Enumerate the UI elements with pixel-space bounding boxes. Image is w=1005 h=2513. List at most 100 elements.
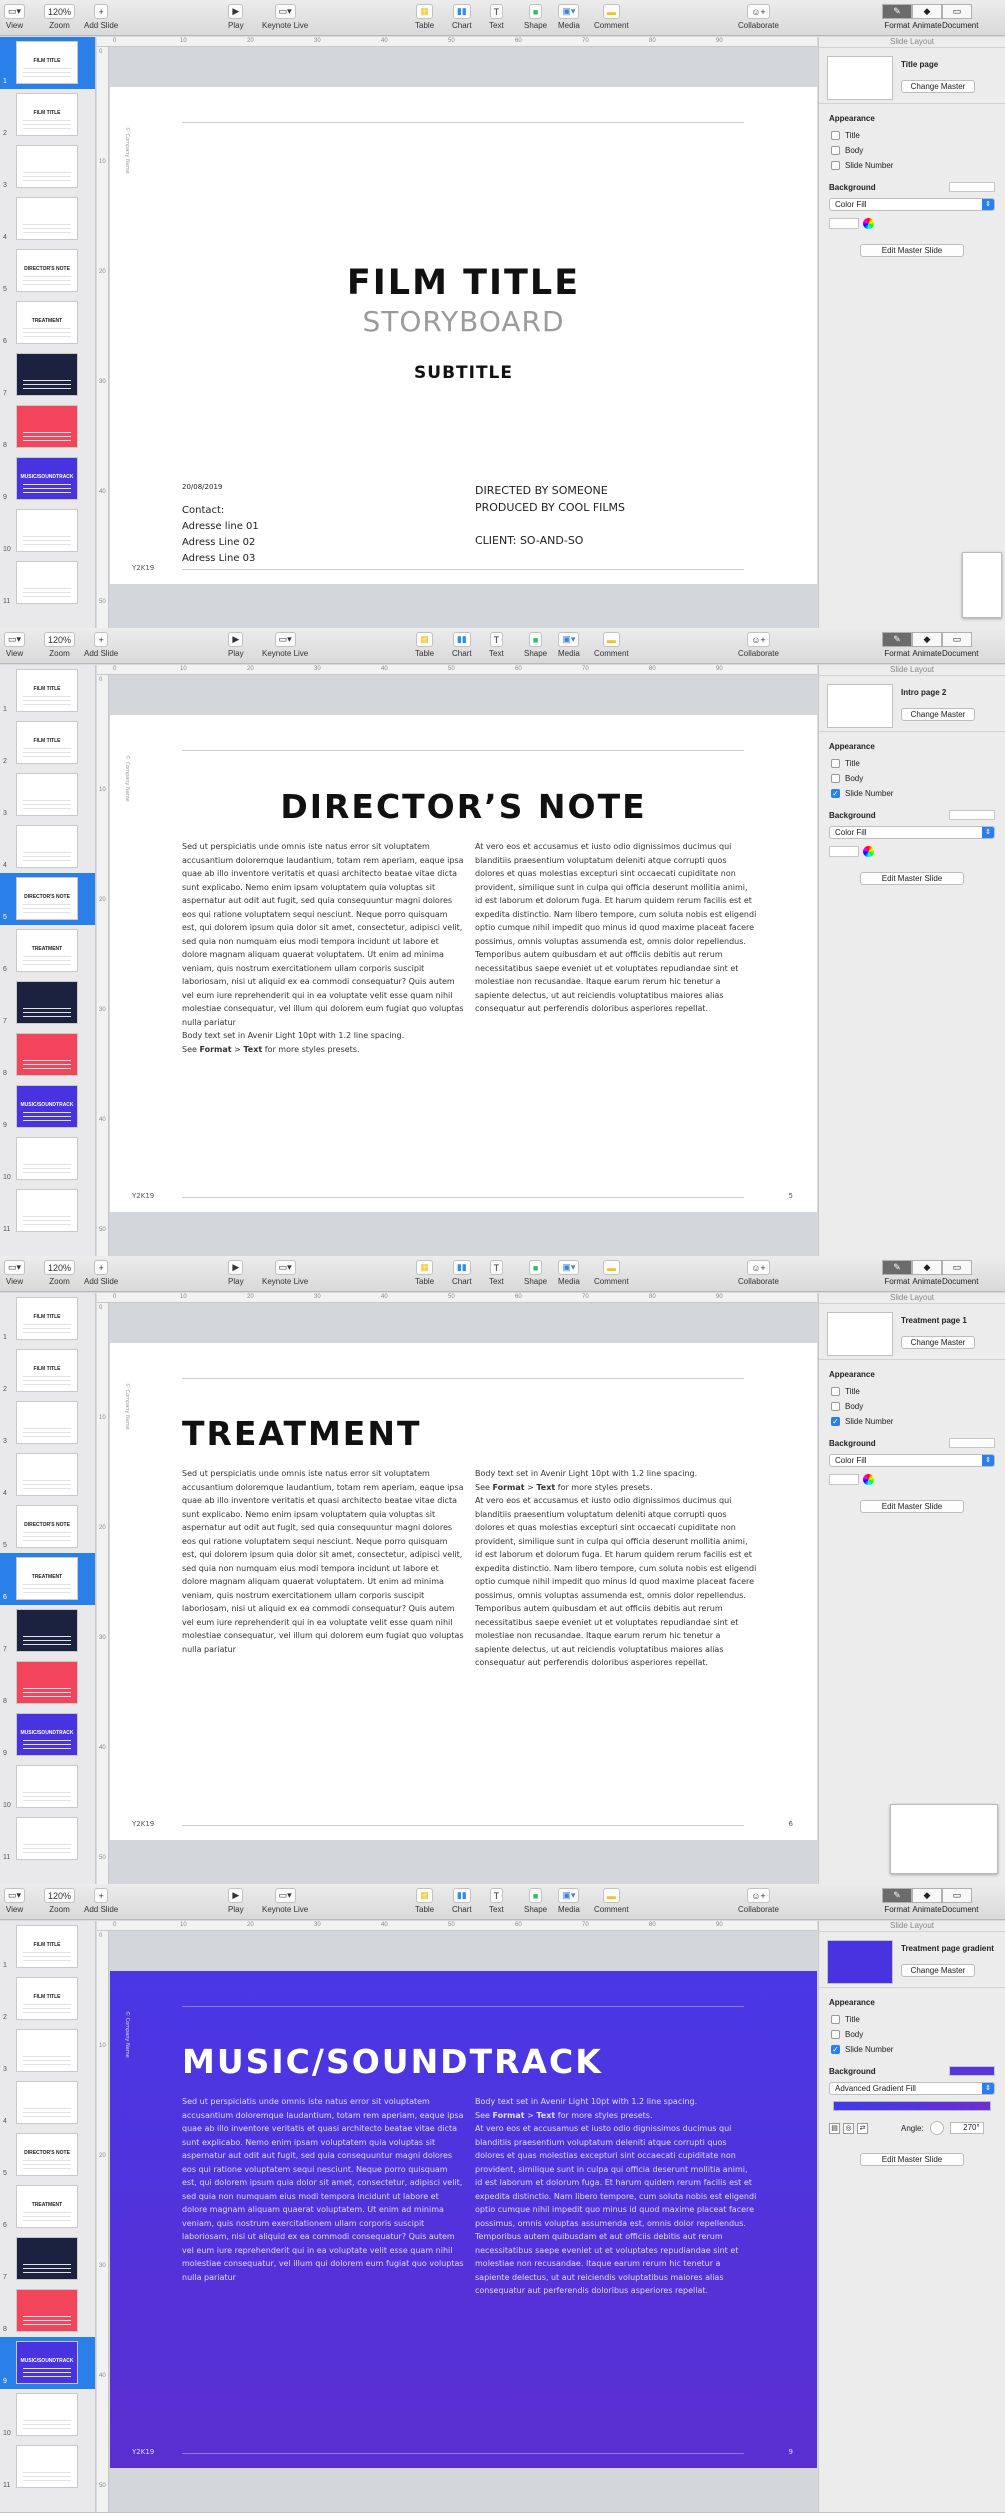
- keynote-live-button[interactable]: ▭▾ Keynote Live: [262, 4, 308, 31]
- tab-document[interactable]: Document: [942, 649, 978, 658]
- checkbox-box[interactable]: ✓: [831, 789, 840, 798]
- slide-thumbnail[interactable]: [16, 773, 78, 816]
- slide-thumbnail[interactable]: [16, 1765, 78, 1808]
- fill-type-select[interactable]: Color Fill ⇕: [829, 826, 995, 839]
- slide-thumbnail[interactable]: [16, 2445, 78, 2488]
- slide-thumbnail-row[interactable]: 6 TREATMENT: [0, 2181, 95, 2233]
- slide-thumbnail[interactable]: [16, 2289, 78, 2332]
- slide-thumbnail-row[interactable]: 3: [0, 141, 95, 193]
- slide-thumbnail-row[interactable]: 7: [0, 1605, 95, 1657]
- fill-type-select[interactable]: Color Fill ⇕: [829, 1454, 995, 1467]
- background-swatch[interactable]: [949, 810, 995, 820]
- body-column-left[interactable]: Sed ut perspiciatis unde omnis iste natu…: [182, 840, 464, 1056]
- tab-animate[interactable]: Animate: [912, 649, 942, 658]
- slide-thumbnail[interactable]: [16, 1817, 78, 1860]
- checkbox-box[interactable]: [831, 1402, 840, 1411]
- slide-thumbnail-row[interactable]: 1 FILM TITLE: [0, 37, 95, 89]
- chart-button[interactable]: ▮▮ Chart: [452, 4, 472, 31]
- slide-thumbnail[interactable]: [16, 1033, 78, 1076]
- add-slide-button[interactable]: + Add Slide: [84, 4, 118, 31]
- slide-thumbnail[interactable]: [16, 825, 78, 868]
- slide-thumbnail[interactable]: FILM TITLE: [16, 1297, 78, 1340]
- slide-thumbnail[interactable]: TREATMENT: [16, 301, 78, 344]
- add-slide-button[interactable]: + Add Slide: [84, 1260, 118, 1287]
- slide-thumbnail[interactable]: [16, 2081, 78, 2124]
- chart-button[interactable]: ▮▮ Chart: [452, 632, 472, 659]
- storyboard-heading[interactable]: STORYBOARD: [110, 305, 817, 338]
- angle-dial[interactable]: [929, 2121, 944, 2135]
- slide-thumbnail-row[interactable]: 11: [0, 1813, 95, 1865]
- slide-thumbnail-row[interactable]: 5 DIRECTOR'S NOTE: [0, 873, 95, 925]
- slide-thumbnail-row[interactable]: 9 MUSIC/SOUNDTRACK: [0, 1081, 95, 1133]
- credits-block[interactable]: DIRECTED BY SOMEONE PRODUCED BY COOL FILM…: [475, 482, 625, 549]
- tab-document[interactable]: Document: [942, 21, 978, 30]
- slide-thumbnail[interactable]: TREATMENT: [16, 1557, 78, 1600]
- slide-thumbnail[interactable]: FILM TITLE: [16, 1925, 78, 1968]
- play-button[interactable]: ▶ Play: [228, 1888, 244, 1915]
- keynote-live-button[interactable]: ▭▾ Keynote Live: [262, 632, 308, 659]
- slide-thumbnail[interactable]: FILM TITLE: [16, 721, 78, 764]
- slide-thumbnail[interactable]: FILM TITLE: [16, 41, 78, 84]
- keynote-live-button[interactable]: ▭▾ Keynote Live: [262, 1260, 308, 1287]
- format-tab-icon[interactable]: ✎: [882, 1260, 912, 1275]
- slide-thumbnail[interactable]: MUSIC/SOUNDTRACK: [16, 1085, 78, 1128]
- change-master-button[interactable]: Change Master: [901, 80, 975, 93]
- slide-navigator[interactable]: 1 FILM TITLE 2 FILM TITLE 3 4 5 DIRECTOR'S NOTE…: [0, 37, 96, 628]
- tab-format[interactable]: Format: [882, 649, 912, 658]
- collaborate-button[interactable]: ☺+ Collaborate: [738, 632, 779, 659]
- checkbox-box[interactable]: [831, 774, 840, 783]
- body-column-left[interactable]: Sed ut perspiciatis unde omnis iste natu…: [182, 2095, 464, 2284]
- format-tab-icon[interactable]: ✎: [882, 4, 912, 19]
- play-button[interactable]: ▶ Play: [228, 4, 244, 31]
- animate-tab-icon[interactable]: ◆: [912, 4, 942, 19]
- fill-type-select[interactable]: Color Fill ⇕: [829, 198, 995, 211]
- checkbox-box[interactable]: ✓: [831, 1417, 840, 1426]
- slide-thumbnail[interactable]: [16, 353, 78, 396]
- slide-thumbnail-row[interactable]: 11: [0, 1185, 95, 1237]
- slide-thumbnail[interactable]: MUSIC/SOUNDTRACK: [16, 457, 78, 500]
- body-column-right[interactable]: Body text set in Avenir Light 10pt with …: [475, 2095, 757, 2298]
- fill-type-select[interactable]: Advanced Gradient Fill ⇕: [829, 2082, 995, 2095]
- slide-thumbnail-row[interactable]: 8: [0, 2285, 95, 2337]
- animate-tab-icon[interactable]: ◆: [912, 1888, 942, 1903]
- slide-thumbnail-row[interactable]: 9 MUSIC/SOUNDTRACK: [0, 453, 95, 505]
- slide-thumbnail-row[interactable]: 5 DIRECTOR'S NOTE: [0, 245, 95, 297]
- document-tab-icon[interactable]: ▭: [942, 632, 972, 647]
- slide-title[interactable]: DIRECTOR’S NOTE: [110, 787, 817, 826]
- body-column-right[interactable]: Body text set in Avenir Light 10pt with …: [475, 1467, 757, 1670]
- slide-thumbnail-row[interactable]: 2 FILM TITLE: [0, 1973, 95, 2025]
- change-master-button[interactable]: Change Master: [901, 1336, 975, 1349]
- slide-thumbnail[interactable]: [16, 981, 78, 1024]
- slide-thumbnail[interactable]: [16, 1189, 78, 1232]
- document-tab-icon[interactable]: ▭: [942, 1888, 972, 1903]
- slide-thumbnail[interactable]: [16, 2393, 78, 2436]
- slide-thumbnail[interactable]: [16, 145, 78, 188]
- checkbox-slide-number[interactable]: ✓ Slide Number: [819, 2043, 1005, 2058]
- slide-thumbnail[interactable]: [16, 2029, 78, 2072]
- slide-thumbnail-row[interactable]: 8: [0, 1029, 95, 1081]
- slide-thumbnail[interactable]: [16, 509, 78, 552]
- slide-thumbnail[interactable]: [16, 2237, 78, 2280]
- slide-thumbnail-row[interactable]: 8: [0, 401, 95, 453]
- background-swatch[interactable]: [949, 2066, 995, 2076]
- slide-thumbnail-row[interactable]: 2 FILM TITLE: [0, 1345, 95, 1397]
- angle-input[interactable]: 270°: [949, 2122, 984, 2134]
- background-swatch[interactable]: [949, 182, 995, 192]
- contact-block[interactable]: 20/08/2019 Contact: Adresse line 01 Adress …: [182, 479, 259, 567]
- document-tab-icon[interactable]: ▭: [942, 4, 972, 19]
- tab-format[interactable]: Format: [882, 21, 912, 30]
- slide-canvas[interactable]: © Company Name Y2K19 FILM TITLE STORYBOARD S…: [110, 87, 817, 584]
- slide-thumbnail-row[interactable]: 8: [0, 1657, 95, 1709]
- animate-tab-icon[interactable]: ◆: [912, 1260, 942, 1275]
- table-button[interactable]: ▦ Table: [415, 1888, 434, 1915]
- slide-thumbnail[interactable]: FILM TITLE: [16, 1977, 78, 2020]
- slide-thumbnail[interactable]: DIRECTOR'S NOTE: [16, 1505, 78, 1548]
- slide-thumbnail[interactable]: [16, 561, 78, 604]
- chart-button[interactable]: ▮▮ Chart: [452, 1888, 472, 1915]
- checkbox-box[interactable]: [831, 1387, 840, 1396]
- slide-thumbnail-row[interactable]: 11: [0, 557, 95, 609]
- slide-thumbnail[interactable]: FILM TITLE: [16, 93, 78, 136]
- table-button[interactable]: ▦ Table: [415, 4, 434, 31]
- color-well[interactable]: [829, 218, 859, 229]
- slide-thumbnail-row[interactable]: 2 FILM TITLE: [0, 717, 95, 769]
